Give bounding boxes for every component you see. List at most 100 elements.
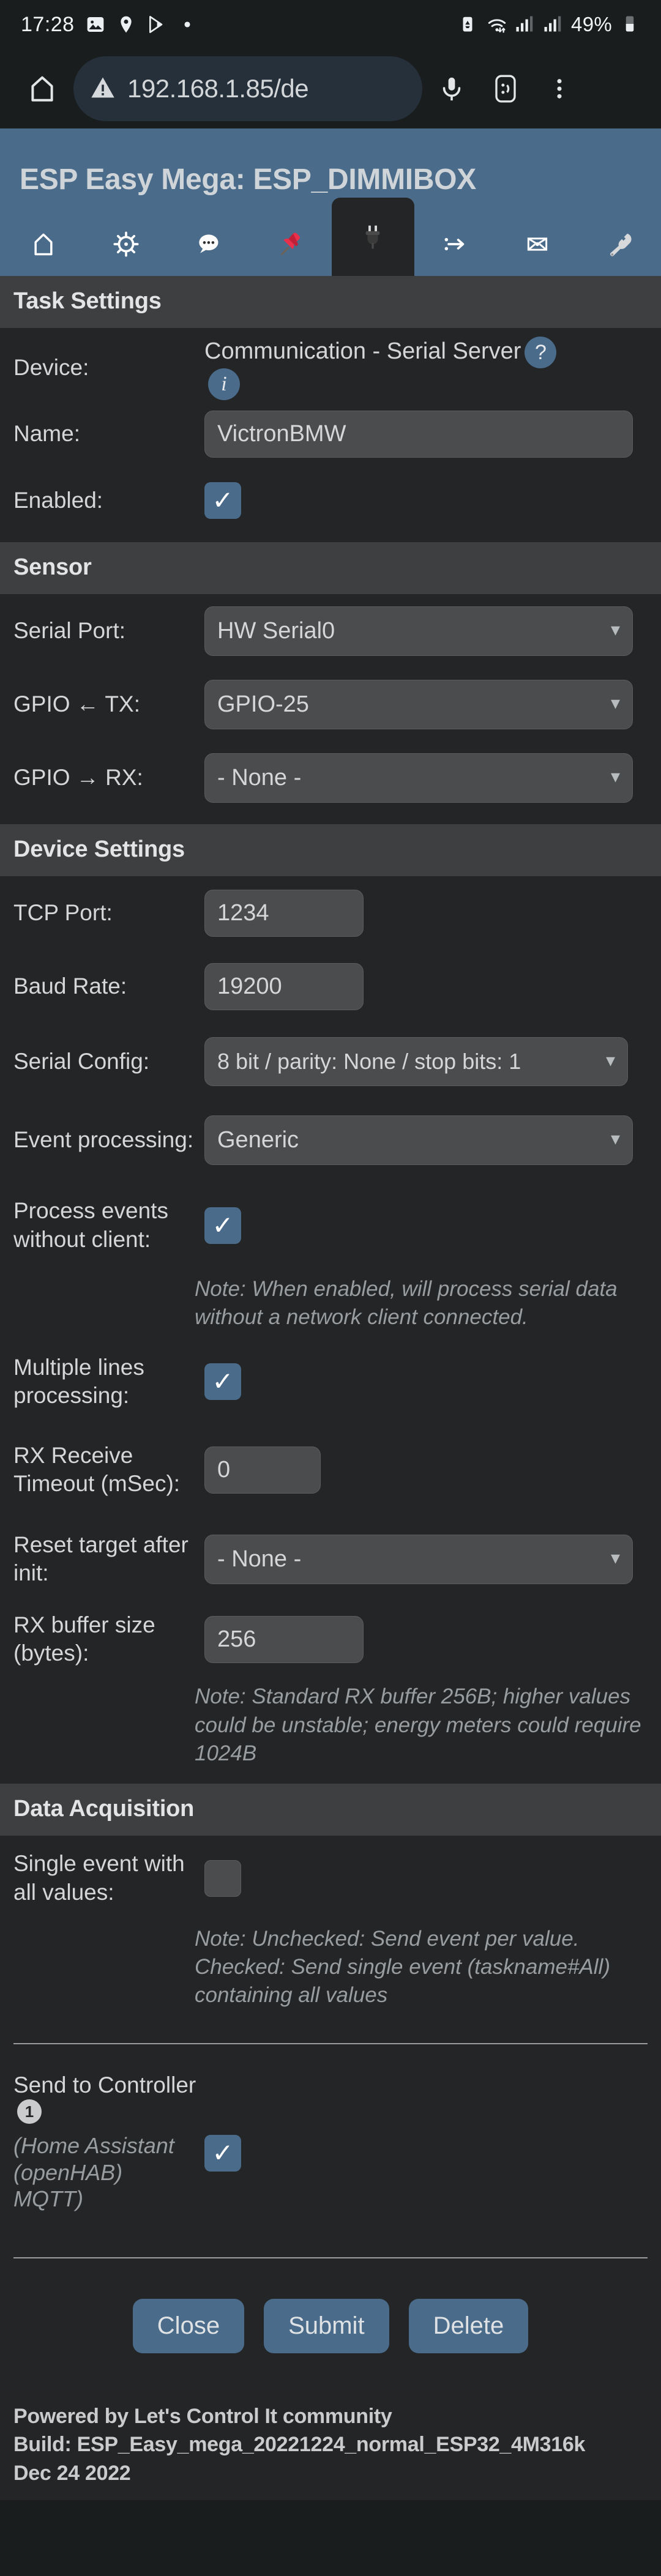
multiple-lines-checkbox[interactable]: ✓: [204, 1363, 241, 1401]
rx-timeout-label: RX Receive Timeout (mSec):: [13, 1442, 181, 1497]
field-name: Name:: [0, 400, 661, 467]
device-help-badge[interactable]: ?: [525, 337, 557, 368]
close-button[interactable]: Close: [132, 2298, 245, 2353]
device-value: Communication - Serial Server: [204, 338, 521, 365]
submit-button[interactable]: Submit: [264, 2298, 389, 2353]
location-pin-icon: [116, 15, 136, 34]
event-processing-value: Generic: [217, 1126, 299, 1153]
reset-target-value: - None -: [217, 1546, 302, 1572]
single-event-checkbox[interactable]: ✓: [204, 1859, 241, 1897]
status-clock: 17:28: [21, 12, 75, 36]
device-info-badge[interactable]: i: [208, 368, 240, 400]
serial-port-select[interactable]: HW Serial0 ▾: [204, 606, 633, 656]
battery-saver-icon: [458, 15, 478, 34]
controller-index-badge: 1: [17, 2099, 42, 2124]
section-header-sensor: Sensor: [0, 542, 661, 594]
enabled-checkbox[interactable]: ✓: [204, 482, 241, 519]
page-title: ESP Easy Mega: ESP_DIMMIBOX: [20, 163, 476, 196]
field-tcp-port: TCP Port:: [0, 876, 661, 950]
device-label: Device:: [13, 355, 89, 380]
process-events-label: Process events without client:: [13, 1198, 168, 1252]
serial-config-select[interactable]: 8 bit / parity: None / stop bits: 1 ▾: [204, 1037, 628, 1086]
browser-toolbar: 192.168.1.85/de: [0, 49, 661, 128]
home-icon[interactable]: [16, 62, 69, 115]
gpio-rx-select[interactable]: - None - ▾: [204, 753, 633, 803]
nav-hardware[interactable]: [250, 212, 332, 276]
overflow-menu-icon[interactable]: [535, 62, 584, 115]
process-events-checkbox[interactable]: ✓: [204, 1207, 241, 1244]
serial-config-label: Serial Config:: [13, 1048, 150, 1074]
event-processing-select[interactable]: Generic ▾: [204, 1115, 633, 1165]
battery-icon: [621, 15, 640, 34]
signal-sim1-icon: [515, 15, 534, 34]
field-gpio-tx: GPIO ← TX: GPIO-25 ▾: [0, 668, 661, 741]
name-input[interactable]: [204, 410, 633, 458]
nav-controllers[interactable]: [167, 212, 250, 276]
serial-port-label: Serial Port:: [13, 617, 126, 643]
dot-icon: [177, 15, 197, 34]
field-event-processing: Event processing: Generic ▾: [0, 1100, 661, 1180]
nav-notifications[interactable]: [496, 212, 579, 276]
status-bar-left: 17:28: [21, 13, 197, 37]
serial-port-value: HW Serial0: [217, 617, 335, 644]
reset-target-select[interactable]: - None - ▾: [204, 1534, 633, 1584]
multiple-lines-label: Multiple lines processing:: [13, 1354, 144, 1409]
gpio-rx-label: GPIO → RX:: [13, 764, 143, 790]
play-store-icon: [147, 15, 166, 34]
nav-rules[interactable]: [414, 212, 497, 276]
field-gpio-rx: GPIO → RX: - None - ▾: [0, 741, 661, 814]
chevron-down-icon: ▾: [610, 693, 620, 713]
field-multiple-lines: Multiple lines processing: ✓: [0, 1342, 661, 1421]
gpio-rx-value: - None -: [217, 764, 302, 791]
send-to-controller-label-wrap: Send to Controller1 (Home Assistant (ope…: [13, 2071, 204, 2213]
gpio-tx-select[interactable]: GPIO-25 ▾: [204, 679, 633, 729]
field-device: Device: Communication - Serial Server? i: [0, 328, 661, 400]
delete-button[interactable]: Delete: [408, 2298, 529, 2353]
single-event-label: Single event with all values:: [13, 1851, 185, 1905]
field-rx-timeout: RX Receive Timeout (mSec):: [0, 1421, 661, 1519]
device-value-wrap: Communication - Serial Server? i: [204, 337, 648, 400]
nav-home[interactable]: [2, 212, 85, 276]
signal-sim2-icon: [543, 15, 562, 34]
footer-build: Build: ESP_Easy_mega_20221224_normal_ESP…: [13, 2433, 586, 2457]
chevron-down-icon: ▾: [610, 766, 620, 787]
baud-rate-input[interactable]: [204, 962, 364, 1010]
rx-timeout-input[interactable]: [204, 1446, 321, 1494]
main-navigation: [0, 198, 661, 276]
nav-tools[interactable]: [579, 212, 661, 276]
chevron-down-icon: ▾: [610, 619, 620, 640]
action-buttons: Close Submit Delete: [0, 2271, 661, 2388]
send-to-controller-checkbox[interactable]: ✓: [204, 2134, 241, 2172]
field-rx-buffer: RX buffer size (bytes):: [0, 1599, 661, 1679]
field-process-events: Process events without client: ✓: [0, 1180, 661, 1271]
section-header-data-acquisition: Data Acquisition: [0, 1783, 661, 1836]
divider-controllers: [13, 2042, 648, 2044]
url-bar[interactable]: 192.168.1.85/de: [73, 56, 422, 121]
footer-powered-by: Powered by Let's Control It community: [13, 2404, 392, 2428]
single-event-note: Note: Unchecked: Send event per value. C…: [195, 1926, 610, 2008]
nav-devices[interactable]: [332, 198, 414, 276]
tcp-port-input[interactable]: [204, 889, 364, 937]
divider-actions: [13, 2257, 648, 2258]
nav-config[interactable]: [85, 212, 168, 276]
rx-buffer-label: RX buffer size (bytes):: [13, 1612, 155, 1666]
chevron-down-icon: ▾: [605, 1050, 615, 1071]
field-send-to-controller: Send to Controller1 (Home Assistant (ope…: [0, 2057, 661, 2240]
url-text[interactable]: 192.168.1.85/de: [127, 74, 308, 103]
gpio-tx-value: GPIO-25: [217, 691, 309, 717]
field-enabled: Enabled: ✓: [0, 467, 661, 534]
send-to-controller-label: Send to Controller: [13, 2072, 196, 2098]
tab-count-icon[interactable]: [481, 62, 530, 115]
not-secure-warning-icon[interactable]: [89, 74, 116, 104]
chevron-down-icon: ▾: [610, 1548, 620, 1569]
reset-target-label: Reset target after init:: [13, 1532, 189, 1586]
image-icon: [86, 15, 105, 34]
rx-buffer-input[interactable]: [204, 1615, 364, 1663]
rx-buffer-note: Note: Standard RX buffer 256B; higher va…: [195, 1684, 641, 1765]
section-header-device-settings: Device Settings: [0, 824, 661, 876]
enabled-label: Enabled:: [13, 487, 103, 513]
app-header: ESP Easy Mega: ESP_DIMMIBOX: [0, 128, 661, 276]
tcp-port-label: TCP Port:: [13, 899, 113, 925]
field-serial-config: Serial Config: 8 bit / parity: None / st…: [0, 1023, 661, 1100]
microphone-icon[interactable]: [427, 62, 476, 115]
